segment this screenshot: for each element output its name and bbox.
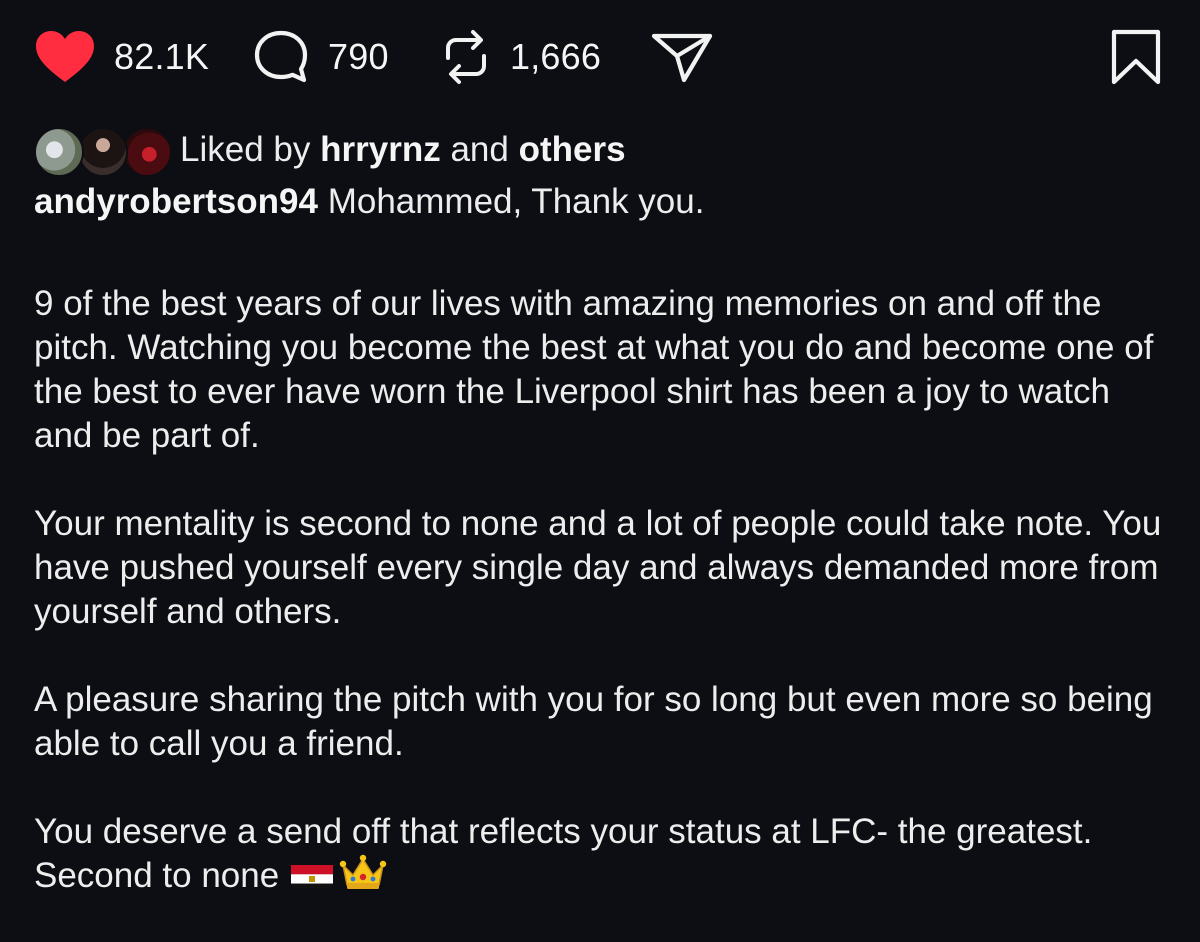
liked-by-others-link[interactable]: others: [519, 130, 626, 170]
caption-greeting: Mohammed, Thank you.: [327, 182, 705, 221]
bookmark-icon: [1111, 29, 1161, 85]
caption-paragraph-text: You deserve a send off that reflects you…: [34, 812, 1093, 895]
author-username-link[interactable]: andyrobertson94: [34, 182, 318, 221]
avatar: [122, 127, 172, 177]
send-icon: [651, 33, 713, 83]
caption-last-paragraph: You deserve a send off that reflects you…: [34, 810, 1174, 898]
egypt-flag-icon: [291, 860, 334, 888]
avatar: [78, 127, 128, 177]
like-count: 82.1K: [114, 36, 210, 77]
comment-count: 790: [328, 36, 389, 77]
comment-bubble-icon: [254, 30, 308, 83]
liker-avatars[interactable]: [34, 125, 172, 177]
caption-first-line: andyrobertson94 Mohammed, Thank you.: [34, 180, 1174, 224]
avatar: [34, 127, 84, 177]
crown-icon: [339, 853, 387, 891]
post-caption: andyrobertson94 Mohammed, Thank you. 9 o…: [34, 180, 1174, 942]
save-button[interactable]: [1108, 26, 1164, 88]
liked-by-row: Liked by hrryrnz and others: [34, 122, 626, 178]
like-button[interactable]: 82.1K: [34, 26, 209, 88]
caption-paragraph: Your mentality is second to none and a l…: [34, 504, 1162, 631]
comment-button[interactable]: 790: [252, 26, 389, 88]
caption-paragraph: A pleasure sharing the pitch with you fo…: [34, 680, 1153, 763]
repost-icon: [446, 30, 486, 84]
liked-by-prefix: Liked by: [180, 130, 311, 169]
liked-by-conjunction: and: [450, 130, 509, 169]
repost-count: 1,666: [510, 36, 602, 77]
heart-icon: [36, 31, 94, 82]
share-button[interactable]: [650, 26, 714, 88]
liked-by-user-link[interactable]: hrryrnz: [320, 130, 441, 170]
post-action-bar: 82.1K 790 1,666: [34, 26, 1166, 88]
caption-paragraph: 9 of the best years of our lives with am…: [34, 284, 1154, 455]
repost-button[interactable]: 1,666: [440, 26, 601, 88]
